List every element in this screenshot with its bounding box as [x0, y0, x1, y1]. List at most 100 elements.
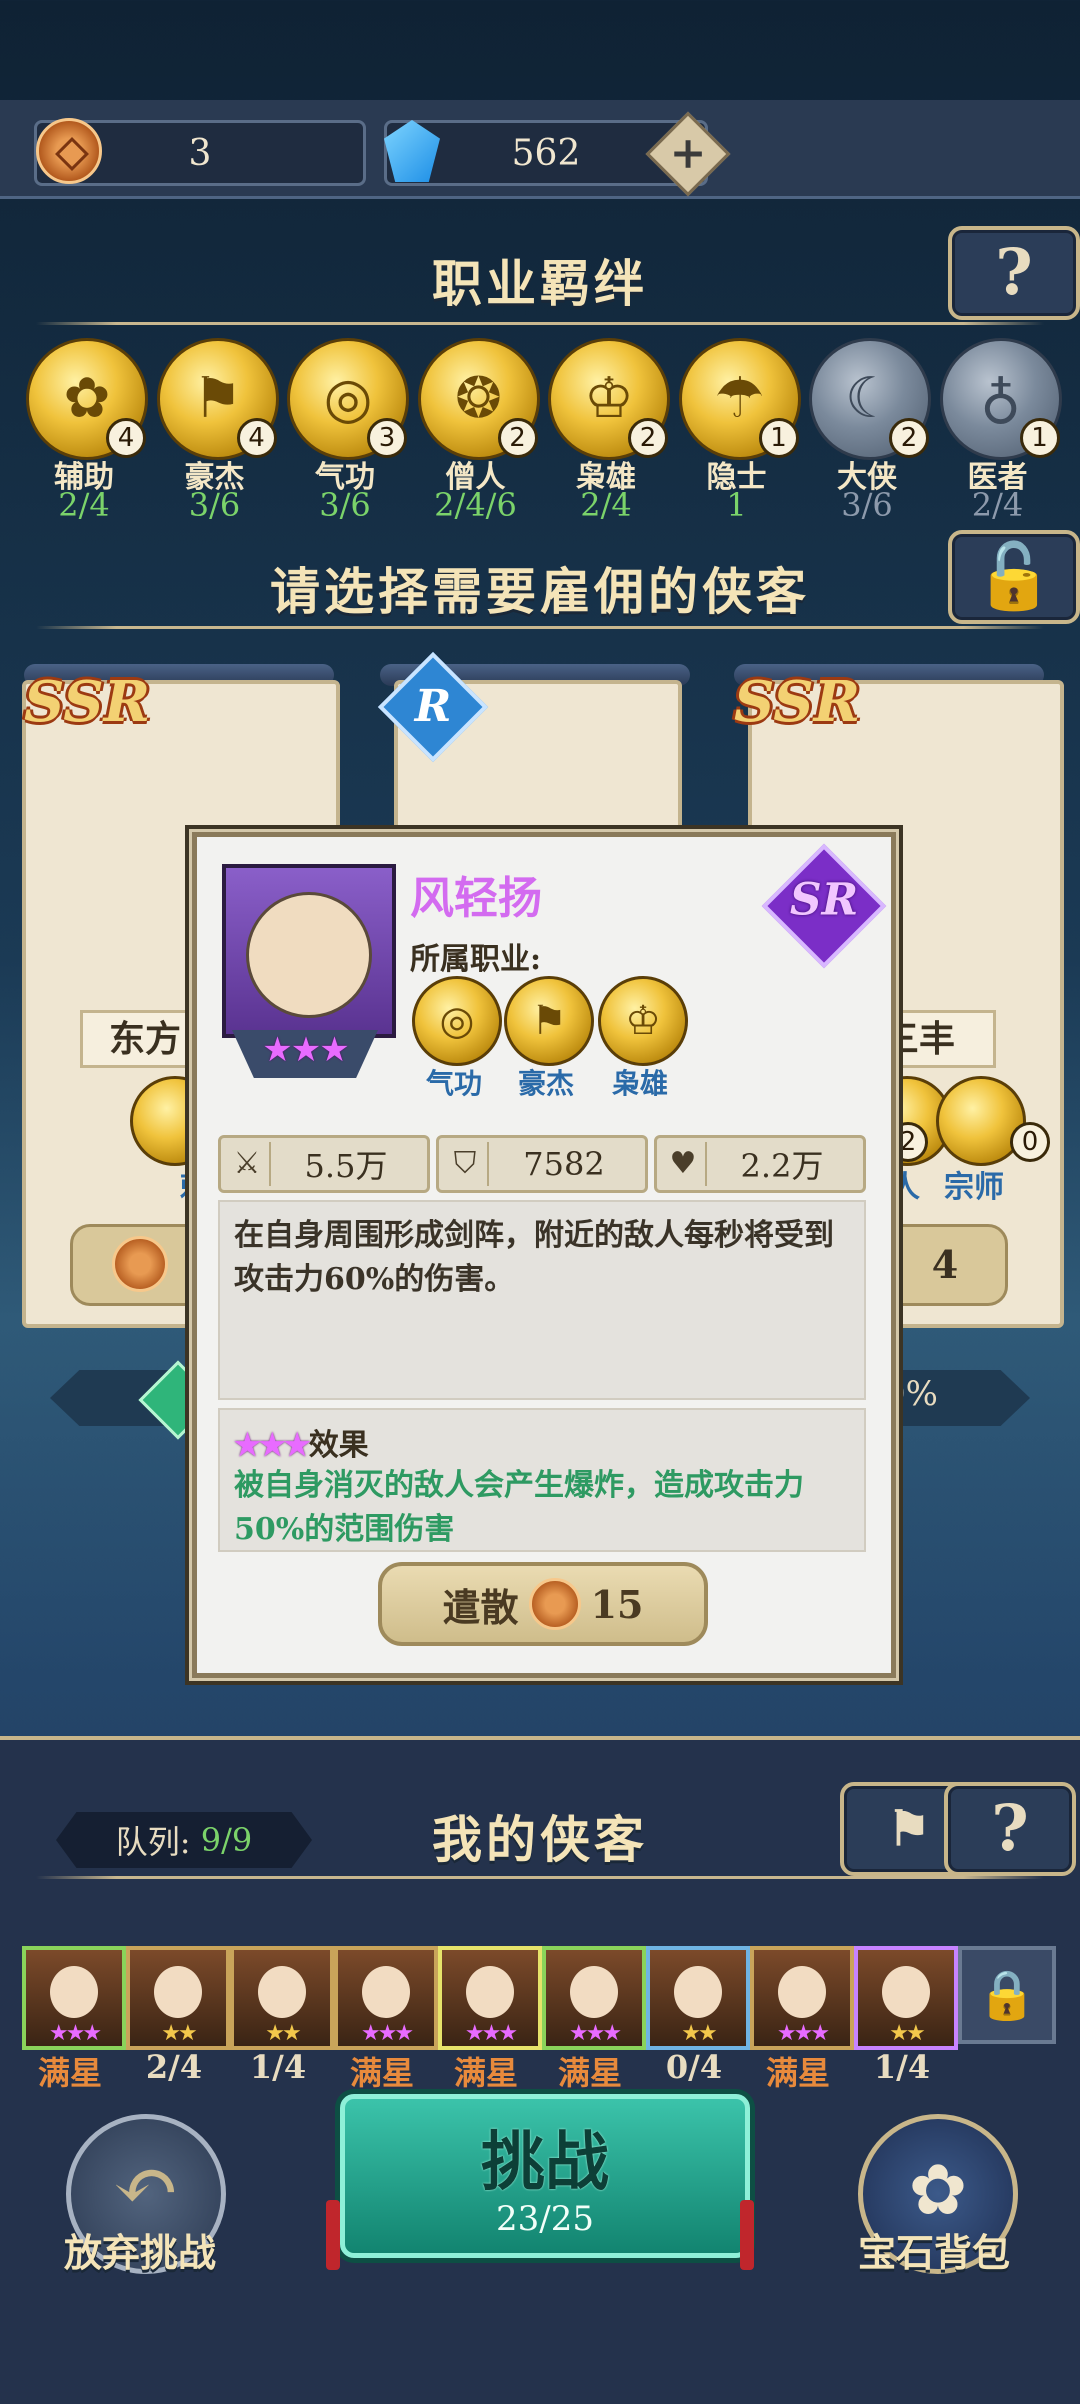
- hero-face: [246, 892, 372, 1018]
- hero-face: [466, 1966, 514, 2018]
- bond-count: 2/4: [58, 486, 110, 524]
- hero-progress: 满星: [557, 2054, 622, 2092]
- effect-label: 效果: [308, 1428, 369, 1463]
- bond-count: 2/4: [580, 486, 632, 524]
- challenge-count: 23/25: [496, 2199, 594, 2239]
- skill-description-box: 在自身周围形成剑阵，附近的敌人每秒将受到攻击力60%的伤害。: [218, 1200, 866, 1400]
- hero-stars: ★★★: [262, 1030, 349, 1070]
- roster-hero[interactable]: ★★★: [750, 1946, 854, 2050]
- hero-progress: 满星: [349, 2054, 414, 2092]
- hp-value: 2.2万: [740, 1147, 824, 1185]
- tassel-left: [326, 2200, 340, 2270]
- roster-hero[interactable]: ★★: [646, 1946, 750, 2050]
- class-name: 气功: [425, 1067, 482, 1100]
- plus-icon: +: [669, 128, 707, 179]
- effect-text: 被自身消灭的敌人会产生爆炸，造成攻击力50%的范围伤害: [234, 1468, 804, 1547]
- star-effect-box: ★★★效果 被自身消灭的敌人会产生爆炸，造成攻击力50%的范围伤害: [218, 1408, 866, 1552]
- divider: [36, 1876, 1044, 1879]
- tier-badge: SSR: [24, 669, 151, 735]
- challenge-button[interactable]: 挑战 23/25: [340, 2094, 750, 2258]
- bag-icon: ✿: [908, 2149, 968, 2231]
- class-name: 枭雄: [611, 1067, 668, 1100]
- hero-stars: ★★★: [464, 2021, 518, 2046]
- hp-stat: ♥ 2.2万: [654, 1135, 866, 1193]
- helm-icon: ♔: [598, 976, 688, 1066]
- tier-badge: SSR: [734, 669, 861, 735]
- card-price-button[interactable]: 4: [882, 1224, 1008, 1306]
- bond-count: 3/6: [841, 486, 893, 524]
- roster-hero[interactable]: ★★★: [438, 1946, 542, 2050]
- hero-progress: 0/4: [665, 2048, 723, 2086]
- hero-face: [882, 1966, 930, 2018]
- coin-icon: [528, 1578, 581, 1630]
- hero-progress: 满星: [765, 2054, 830, 2092]
- hero-stars: ★★: [889, 2021, 925, 2046]
- hero-progress: 满星: [37, 2054, 102, 2092]
- bond-count: 1: [726, 486, 747, 524]
- flag-icon: ⚑: [504, 976, 594, 1066]
- hero-stars: ★★: [265, 2021, 301, 2046]
- give-up-label: 放弃挑战: [63, 2230, 216, 2275]
- hero-stars: ★★: [681, 2021, 717, 2046]
- attack-stat: ⚔ 5.5万: [218, 1135, 430, 1193]
- divider: [36, 626, 1044, 629]
- divider: [36, 322, 1044, 325]
- roster-hero[interactable]: ★★: [126, 1946, 230, 2050]
- hero-progress: 满星: [453, 2054, 518, 2092]
- swirl-icon: ◎: [412, 976, 502, 1066]
- roster-hero[interactable]: ★★: [230, 1946, 334, 2050]
- heart-icon: ♥: [661, 1142, 707, 1186]
- shield-icon: ⛉: [443, 1142, 489, 1186]
- bond-count: 2/4: [971, 486, 1024, 524]
- bond-count: 2/4/6: [434, 486, 517, 524]
- tassel-right: [740, 2200, 754, 2270]
- hero-face: [154, 1966, 202, 2018]
- hero-stars: ★★★: [48, 2021, 102, 2046]
- skill-description: 在自身周围形成剑阵，附近的敌人每秒将受到攻击力60%的伤害。: [234, 1218, 834, 1297]
- effect-stars: ★★★: [234, 1428, 311, 1463]
- gem-bag-label: 宝石背包: [857, 2230, 1010, 2275]
- locked-slot[interactable]: 🔒: [958, 1946, 1056, 2044]
- hero-name: 风轻扬: [410, 873, 542, 924]
- dismiss-price: 15: [590, 1581, 644, 1627]
- roster-help-button[interactable]: ?: [944, 1782, 1076, 1876]
- tier-label: R: [414, 681, 452, 732]
- hero-stars: ★★: [161, 2021, 197, 2046]
- hero-face: [674, 1966, 722, 2018]
- card-class: 宗师: [944, 1170, 1004, 1205]
- class-label: 所属职业:: [410, 942, 542, 977]
- hero-progress: 1/4: [249, 2048, 307, 2086]
- hero-progress: 2/4: [145, 2048, 203, 2086]
- coin-icon: [36, 118, 102, 184]
- bonds-help-button[interactable]: ?: [948, 226, 1080, 320]
- coin-count: 3: [188, 132, 212, 174]
- dismiss-label: 遣散: [442, 1584, 519, 1630]
- coin-icon: [112, 1236, 168, 1292]
- attack-value: 5.5万: [304, 1147, 388, 1185]
- defense-value: 7582: [523, 1145, 605, 1183]
- hero-face: [362, 1966, 410, 2018]
- portrait-star-plate: ★★★: [232, 1030, 378, 1078]
- hero-stars: ★★★: [776, 2021, 830, 2046]
- hero-portrait: [222, 864, 396, 1038]
- lock-icon: 🔒: [977, 1967, 1037, 2023]
- class-badge: 0: [1010, 1122, 1050, 1162]
- hero-face: [570, 1966, 618, 2018]
- bond-count: 3/6: [188, 486, 241, 524]
- hero-face: [258, 1966, 306, 2018]
- roster-hero[interactable]: ★★: [854, 1946, 958, 2050]
- hero-face: [778, 1966, 826, 2018]
- hero-progress: 1/4: [873, 2048, 931, 2086]
- hero-stars: ★★★: [568, 2021, 622, 2046]
- hero-stars: ★★★: [360, 2021, 414, 2046]
- rarity-label: SR: [789, 874, 859, 926]
- roster-hero[interactable]: ★★★: [334, 1946, 438, 2050]
- lock-button[interactable]: 🔓: [948, 530, 1080, 624]
- dismiss-button[interactable]: 遣散 15: [378, 1562, 708, 1646]
- class-name: 豪杰: [517, 1067, 574, 1100]
- roster-hero[interactable]: ★★★: [22, 1946, 126, 2050]
- challenge-label: 挑战: [481, 2125, 609, 2200]
- bond-count: 3/6: [319, 486, 371, 524]
- hero-face: [50, 1966, 98, 2018]
- roster-hero[interactable]: ★★★: [542, 1946, 646, 2050]
